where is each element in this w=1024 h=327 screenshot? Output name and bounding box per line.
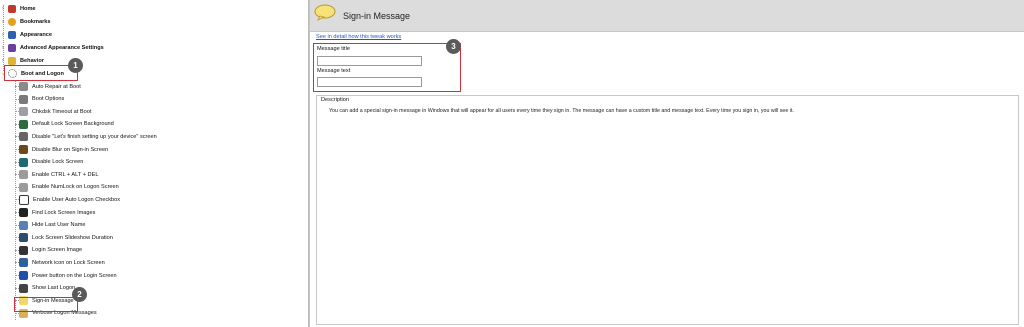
network-icon [19, 258, 28, 268]
tree-item-bookmarks[interactable]: › Bookmarks [0, 15, 50, 28]
tree-item-label: Default Lock Screen Background [32, 121, 114, 128]
tree-item-label: Disable "Let's finish setting up your de… [32, 133, 157, 140]
message-bubble-icon [314, 4, 336, 21]
expand-chevron-icon[interactable]: › [0, 45, 6, 51]
tree-item-label: Home [20, 5, 36, 12]
expand-chevron-icon[interactable]: › [0, 19, 6, 25]
settings-icon [19, 94, 28, 104]
slideshow-icon [19, 233, 28, 243]
tree-child-item[interactable]: Power button on the Login Screen [19, 269, 117, 282]
tree-item-label: Lock Screen Slideshow Duration [32, 234, 113, 241]
description-text: You can add a special sign-in message in… [329, 108, 794, 114]
tree-item-label: Power button on the Login Screen [32, 272, 117, 279]
tree-item-label: Behavior [20, 57, 44, 64]
tree-item-label: Find Lock Screen Images [32, 209, 96, 216]
expand-chevron-icon[interactable]: › [0, 32, 6, 38]
tree-item-label: Advanced Appearance Settings [20, 44, 104, 51]
home-icon [8, 4, 16, 13]
search-image-icon [19, 208, 28, 217]
tree-item-label: Disable Lock Screen [32, 159, 84, 166]
tree-child-item[interactable]: Chkdsk Timeout at Boot [19, 105, 91, 118]
power-icon [19, 271, 28, 280]
page-header: Sign-in Message [310, 0, 1024, 32]
tree-child-item[interactable]: Enable CTRL + ALT + DEL [19, 168, 98, 181]
advanced-appearance-icon [8, 43, 16, 52]
checkbox-icon [19, 194, 29, 205]
settings-pane: Sign-in Message See in detail how this t… [309, 0, 1024, 327]
tree-child-item[interactable]: Hide Last User Name [19, 219, 85, 232]
tree-item-label: Bookmarks [20, 18, 51, 25]
tree-item-appearance[interactable]: › Appearance [0, 28, 52, 41]
highlight-box-2 [14, 297, 78, 312]
highlight-box-1 [4, 65, 78, 81]
clock-icon [19, 283, 28, 293]
expand-chevron-icon[interactable]: › [0, 6, 6, 12]
tree-child-item[interactable]: Disable Blur on Sign-in Screen [19, 143, 108, 156]
step-badge-2: 2 [72, 287, 87, 302]
page-title: Sign-in Message [343, 11, 411, 21]
tree-item-label: Login Screen Image [32, 247, 83, 254]
see-details-link[interactable]: See in detail how this tweak works [316, 34, 401, 40]
highlight-box-3 [313, 43, 461, 92]
repair-icon [19, 82, 28, 91]
keyboard-icon [19, 182, 28, 192]
tree-item-label: Auto Repair at Boot [32, 83, 81, 90]
tree-child-item[interactable]: Enable NumLock on Logon Screen [19, 181, 119, 194]
tree-item-label: Disable Blur on Sign-in Screen [32, 146, 109, 153]
tree-item-label: Chkdsk Timeout at Boot [32, 108, 92, 115]
step-badge-3: 3 [446, 39, 461, 54]
tree-item-label: Hide Last User Name [32, 222, 86, 229]
tree-child-item[interactable]: Disable "Let's finish setting up your de… [19, 130, 157, 143]
person-icon [19, 245, 28, 255]
tree-item-label: Appearance [20, 31, 53, 38]
tree-child-item[interactable]: Auto Repair at Boot [19, 80, 81, 93]
keyboard-icon [19, 170, 28, 180]
tree-child-item[interactable]: Login Screen Image [19, 244, 82, 257]
tree-child-item[interactable]: Disable Lock Screen [19, 156, 83, 169]
winaero-tweaker-window: › Home › Bookmarks › Appearance › Advanc… [0, 0, 1024, 327]
tree-child-item[interactable]: Lock Screen Slideshow Duration [19, 231, 113, 244]
tree-item-label: Network icon on Lock Screen [32, 259, 105, 266]
blur-icon [19, 145, 28, 154]
appearance-icon [8, 30, 16, 39]
gear-icon [19, 132, 28, 142]
category-tree: › Home › Bookmarks › Appearance › Advanc… [0, 0, 309, 327]
tree-child-item[interactable]: Network icon on Lock Screen [19, 256, 105, 269]
lock-screen-icon [19, 157, 28, 167]
tree-item-label: Enable NumLock on Logon Screen [32, 184, 119, 191]
tree-child-item[interactable]: Default Lock Screen Background [19, 118, 114, 131]
behavior-icon [8, 56, 16, 65]
tree-child-item[interactable]: Boot Options [19, 93, 64, 106]
tree-item-label: Boot Options [32, 96, 65, 103]
step-badge-1: 1 [68, 58, 83, 73]
tree-child-item[interactable]: Find Lock Screen Images [19, 206, 95, 219]
disk-icon [19, 107, 28, 117]
tree-child-item[interactable]: Enable User Auto Logon Checkbox [19, 193, 120, 206]
star-icon [8, 17, 16, 26]
tree-item-label: Enable User Auto Logon Checkbox [33, 196, 121, 203]
description-label: Description [321, 97, 349, 103]
tree-child-item[interactable]: Show Last Logon [19, 282, 75, 295]
tree-item-home[interactable]: › Home [0, 2, 36, 15]
description-group: Description You can add a special sign-i… [316, 95, 1019, 325]
image-icon [19, 119, 28, 129]
tree-item-label: Enable CTRL + ALT + DEL [32, 171, 99, 178]
expand-chevron-icon[interactable]: › [0, 58, 6, 64]
tree-item-advanced-appearance[interactable]: › Advanced Appearance Settings [0, 41, 104, 54]
user-icon [19, 220, 28, 230]
tree-item-label: Show Last Logon [32, 285, 76, 292]
